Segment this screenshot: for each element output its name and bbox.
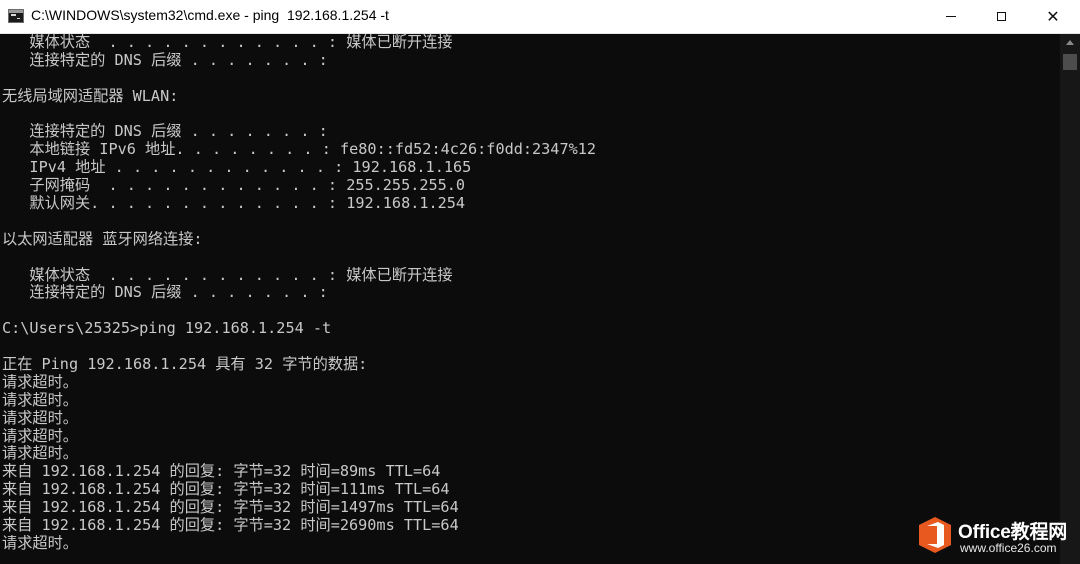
- vertical-scrollbar[interactable]: [1060, 34, 1080, 564]
- console-line: 正在 Ping 192.168.1.254 具有 32 字节的数据:: [2, 356, 368, 374]
- console-line: C:\Users\25325>ping 192.168.1.254 -t: [2, 320, 332, 338]
- maximize-icon: [996, 12, 1006, 21]
- arrow-up-icon: [1066, 40, 1074, 45]
- console-line: 子网掩码 . . . . . . . . . . . . : 255.255.2…: [2, 177, 466, 195]
- console-line: 连接特定的 DNS 后缀 . . . . . . . :: [2, 284, 328, 302]
- console-line: 请求超时。: [2, 534, 78, 552]
- console-line: 媒体状态 . . . . . . . . . . . . : 媒体已断开连接: [2, 34, 453, 51]
- watermark: Office教程网 www.office26.com: [914, 514, 1078, 560]
- close-button[interactable]: ✕: [1030, 0, 1076, 33]
- title-bar[interactable]: C:\WINDOWS\system32\cmd.exe - ping 192.1…: [0, 0, 1080, 34]
- office-logo-icon: [919, 517, 951, 553]
- console-line: 来自 192.168.1.254 的回复: 字节=32 时间=111ms TTL…: [2, 481, 450, 499]
- console-line: 来自 192.168.1.254 的回复: 字节=32 时间=2690ms TT…: [2, 517, 459, 535]
- watermark-url: www.office26.com: [960, 541, 1057, 555]
- console-line: 本地链接 IPv6 地址. . . . . . . . : fe80::fd52…: [2, 141, 597, 159]
- minimize-icon: [946, 16, 956, 17]
- console-line: 无线局域网适配器 WLAN:: [2, 87, 179, 105]
- console-line: 来自 192.168.1.254 的回复: 字节=32 时间=1497ms TT…: [2, 499, 459, 517]
- maximize-button[interactable]: [978, 0, 1024, 33]
- console-output[interactable]: 媒体状态 . . . . . . . . . . . . : 媒体已断开连接 连…: [0, 34, 1060, 564]
- scroll-thumb[interactable]: [1063, 54, 1077, 70]
- console-line: 请求超时。: [2, 409, 78, 427]
- watermark-brand: Office教程网: [958, 522, 1068, 543]
- minimize-button[interactable]: [928, 0, 974, 33]
- console-line: 默认网关. . . . . . . . . . . . . : 192.168.…: [2, 195, 466, 213]
- console-line: IPv4 地址 . . . . . . . . . . . . : 192.16…: [2, 159, 472, 177]
- console-line: 请求超时。: [2, 427, 78, 445]
- console-line: 以太网适配器 蓝牙网络连接:: [2, 230, 203, 248]
- window-title: C:\WINDOWS\system32\cmd.exe - ping 192.1…: [31, 7, 389, 23]
- scroll-up-button[interactable]: [1060, 34, 1080, 51]
- console-line: 请求超时。: [2, 445, 78, 463]
- close-icon: ✕: [1046, 6, 1060, 26]
- console-line: 来自 192.168.1.254 的回复: 字节=32 时间=89ms TTL=…: [2, 463, 441, 481]
- console-line: 请求超时。: [2, 391, 78, 409]
- console-line: 连接特定的 DNS 后缀 . . . . . . . :: [2, 123, 328, 141]
- cmd-window: C:\WINDOWS\system32\cmd.exe - ping 192.1…: [0, 0, 1080, 564]
- console-line: 媒体状态 . . . . . . . . . . . . : 媒体已断开连接: [2, 266, 453, 284]
- cmd-app-icon[interactable]: [8, 9, 24, 23]
- console-line: 请求超时。: [2, 373, 78, 391]
- console-line: 连接特定的 DNS 后缀 . . . . . . . :: [2, 51, 328, 69]
